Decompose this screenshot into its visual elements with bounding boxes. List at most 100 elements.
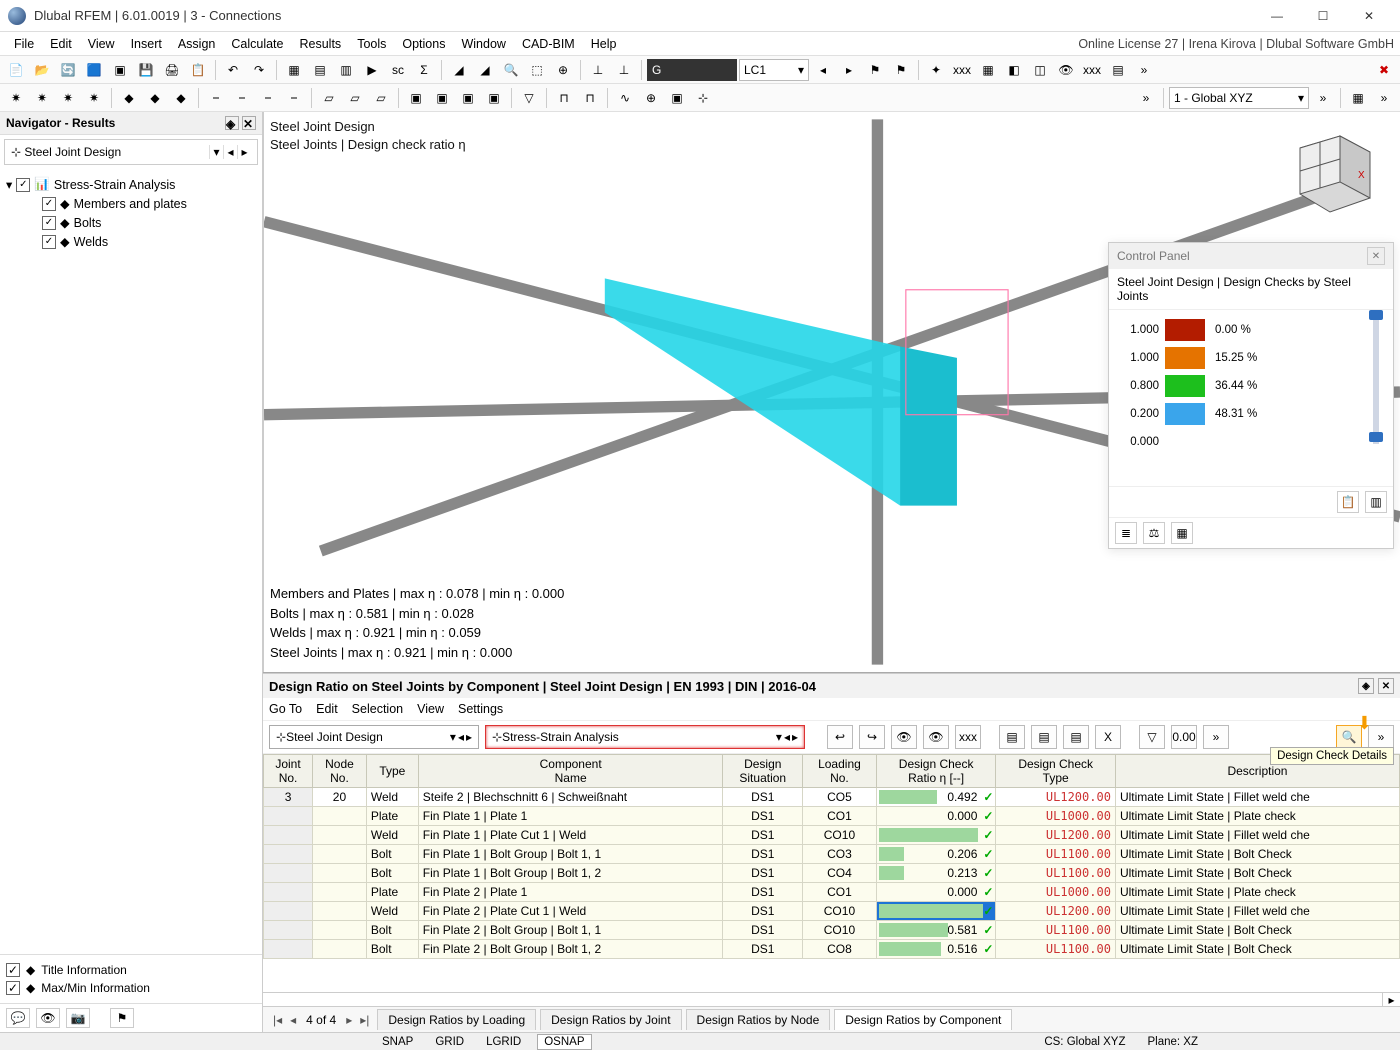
rp-menu-edit[interactable]: Edit	[316, 702, 338, 716]
open-icon[interactable]: 📂	[30, 59, 54, 81]
rp-menu-selection[interactable]: Selection	[352, 702, 403, 716]
menu-view[interactable]: View	[80, 35, 123, 53]
menu-help[interactable]: Help	[583, 35, 625, 53]
col-header[interactable]: Design CheckType	[996, 755, 1116, 788]
nav-footer-item[interactable]: ✓◆Title Information	[6, 961, 256, 979]
table-row[interactable]: BoltFin Plate 2 | Bolt Group | Bolt 1, 2…	[264, 940, 1400, 959]
member2-icon[interactable]: ⎯	[230, 87, 254, 109]
surf1-icon[interactable]: ▱	[317, 87, 341, 109]
rp-doc1-icon[interactable]: ▤	[999, 725, 1025, 749]
table-row[interactable]: 320WeldSteife 2 | Blechschnitt 6 | Schwe…	[264, 788, 1400, 807]
table-row[interactable]: WeldFin Plate 2 | Plate Cut 1 | WeldDS1C…	[264, 902, 1400, 921]
pin-icon[interactable]: ◈	[225, 116, 239, 130]
menu-assign[interactable]: Assign	[170, 35, 224, 53]
beam2-icon[interactable]: ⊓	[578, 87, 602, 109]
rp-xxx-icon[interactable]: xxx	[955, 725, 981, 749]
rp-fwd-icon[interactable]: ↪	[859, 725, 885, 749]
results-tab[interactable]: Design Ratios by Loading	[377, 1009, 536, 1030]
surf2-icon[interactable]: ▱	[343, 87, 367, 109]
star1-icon[interactable]: ✷	[4, 87, 28, 109]
menu-window[interactable]: Window	[453, 35, 513, 53]
prev-lc-icon[interactable]: ◂	[811, 59, 835, 81]
rp-close-icon[interactable]: ✕	[1378, 678, 1394, 694]
rp-menu-view[interactable]: View	[417, 702, 444, 716]
more3-icon[interactable]: »	[1311, 87, 1335, 109]
solid2-icon[interactable]: ▣	[430, 87, 454, 109]
tree-item[interactable]: ✓◆Members and plates	[42, 194, 256, 213]
col-header[interactable]: Type	[366, 755, 418, 788]
script-icon[interactable]: ▶	[360, 59, 384, 81]
node-blue-icon[interactable]: ◆	[169, 87, 193, 109]
menu-insert[interactable]: Insert	[123, 35, 170, 53]
menu-edit[interactable]: Edit	[42, 35, 80, 53]
find-icon[interactable]: 🔍	[499, 59, 523, 81]
sum-icon[interactable]: Σ	[412, 59, 436, 81]
rp-expand-icon[interactable]: »	[1203, 725, 1229, 749]
col-header[interactable]: NodeNo.	[313, 755, 367, 788]
menu-file[interactable]: File	[6, 35, 42, 53]
wave-icon[interactable]: ∿	[613, 87, 637, 109]
table-row[interactable]: PlateFin Plate 2 | Plate 1DS1CO10.000✓UL…	[264, 883, 1400, 902]
model-icon[interactable]: 🟦	[82, 59, 106, 81]
col-header[interactable]: JointNo.	[264, 755, 313, 788]
xyz-icon[interactable]: ✦	[924, 59, 948, 81]
tab-prev-icon[interactable]: ◂	[286, 1013, 300, 1027]
flag3-icon[interactable]: ⚑	[110, 1008, 134, 1028]
table-row[interactable]: WeldFin Plate 1 | Plate Cut 1 | WeldDS1C…	[264, 826, 1400, 845]
flag-icon[interactable]: ⚑	[863, 59, 887, 81]
loadcase-lc[interactable]: LC1▾	[739, 59, 809, 81]
cp-edit-icon[interactable]: 📋	[1337, 491, 1359, 513]
col-header[interactable]: DesignSituation	[723, 755, 803, 788]
more-icon[interactable]: »	[1132, 59, 1156, 81]
solid4-icon[interactable]: ▣	[482, 87, 506, 109]
cp-tab3-icon[interactable]: ▦	[1171, 522, 1193, 544]
save-icon[interactable]: 💾	[134, 59, 158, 81]
cube2-icon[interactable]: ▣	[665, 87, 689, 109]
rect-sel-icon[interactable]: ⬚	[525, 59, 549, 81]
rp-pin-icon[interactable]: ◈	[1358, 678, 1374, 694]
xxx-icon[interactable]: xxx	[950, 59, 974, 81]
osnap-toggle[interactable]: OSNAP	[537, 1034, 591, 1050]
navigator-category-dropdown[interactable]: ⊹ Steel Joint Design ▾◂▸	[4, 139, 258, 165]
table-row[interactable]: PlateFin Plate 1 | Plate 1DS1CO10.000✓UL…	[264, 807, 1400, 826]
member1-icon[interactable]: ⎯	[204, 87, 228, 109]
flag2-icon[interactable]: ⚑	[889, 59, 913, 81]
close-button[interactable]: ✕	[1346, 2, 1392, 30]
loadcase-g[interactable]: G	[647, 59, 737, 81]
eye2-icon[interactable]: 👁	[36, 1008, 60, 1028]
col-header[interactable]: ComponentName	[418, 755, 723, 788]
tree-item[interactable]: ✓◆Bolts	[42, 213, 256, 232]
table3-icon[interactable]: ▥	[334, 59, 358, 81]
delete-icon[interactable]: ✖	[1372, 59, 1396, 81]
rp-filter-icon[interactable]: ▽	[1139, 725, 1165, 749]
nav-footer-item[interactable]: ✓◆Max/Min Information	[6, 979, 256, 997]
table-row[interactable]: BoltFin Plate 1 | Bolt Group | Bolt 1, 1…	[264, 845, 1400, 864]
eye-icon[interactable]: 👁	[1054, 59, 1078, 81]
lgrid-toggle[interactable]: LGRID	[480, 1035, 527, 1049]
col-header[interactable]: Design CheckRatio η [--]	[876, 755, 996, 788]
star2-icon[interactable]: ✷	[30, 87, 54, 109]
cp-close-icon[interactable]: ✕	[1367, 247, 1385, 265]
rp-menu-settings[interactable]: Settings	[458, 702, 503, 716]
rp-show2-icon[interactable]: 👁	[923, 725, 949, 749]
minimize-button[interactable]: —	[1254, 2, 1300, 30]
panel-icon[interactable]: ▤	[1106, 59, 1130, 81]
tree-item[interactable]: ✓◆Welds	[42, 232, 256, 251]
beam1-icon[interactable]: ⊓	[552, 87, 576, 109]
node-red-icon[interactable]: ◆	[143, 87, 167, 109]
split-icon[interactable]: ◫	[1028, 59, 1052, 81]
maximize-button[interactable]: ☐	[1300, 2, 1346, 30]
nav-cube[interactable]: X	[1280, 118, 1380, 218]
xxx2-icon[interactable]: xxx	[1080, 59, 1104, 81]
menu-options[interactable]: Options	[394, 35, 453, 53]
next-lc-icon[interactable]: ▸	[837, 59, 861, 81]
table-row[interactable]: BoltFin Plate 2 | Bolt Group | Bolt 1, 1…	[264, 921, 1400, 940]
snap-toggle[interactable]: SNAP	[376, 1035, 419, 1049]
results-table[interactable]: JointNo.NodeNo.TypeComponentNameDesignSi…	[263, 754, 1400, 959]
cross-icon[interactable]: ⊕	[551, 59, 575, 81]
rp-back-icon[interactable]: ↩	[827, 725, 853, 749]
joint-icon[interactable]: ⊹	[691, 87, 715, 109]
viewport-3d[interactable]: Steel Joint DesignSteel Joints | Design …	[263, 112, 1400, 672]
menu-cad-bim[interactable]: CAD-BIM	[514, 35, 583, 53]
menu-results[interactable]: Results	[292, 35, 350, 53]
